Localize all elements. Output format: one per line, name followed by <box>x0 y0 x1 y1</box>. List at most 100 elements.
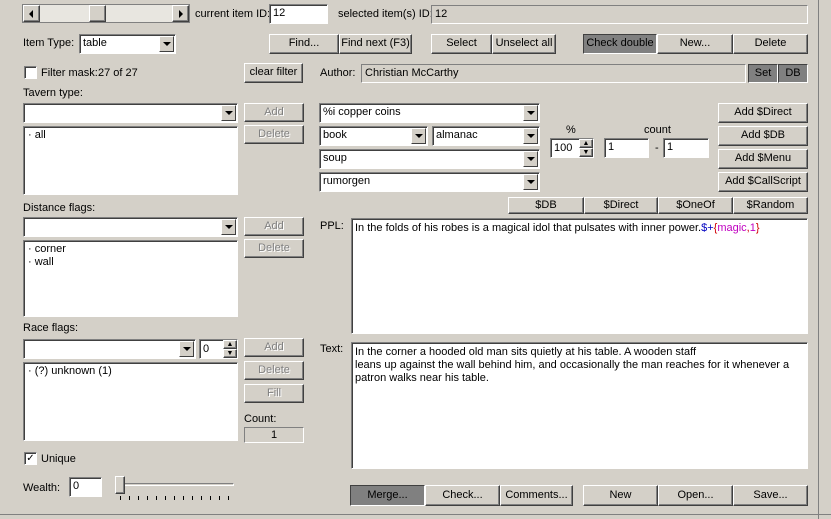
tavern-type-select[interactable] <box>23 103 238 123</box>
insert-db-button[interactable]: $DB <box>508 197 584 214</box>
distance-flags-label: Distance flags: <box>23 202 96 214</box>
author-label: Author: <box>320 67 356 79</box>
find-next-button[interactable]: Find next (F3) <box>339 34 412 54</box>
find-button[interactable]: Find... <box>269 34 339 54</box>
merge-button[interactable]: Merge... <box>350 485 425 506</box>
new-item-button[interactable]: New... <box>657 34 733 54</box>
ppl-label: PPL: <box>320 220 344 232</box>
filter-mask-checkbox[interactable] <box>24 66 37 79</box>
distance-add-button[interactable]: Add <box>244 217 304 236</box>
slider-ticks <box>120 496 234 500</box>
chevron-down-icon[interactable] <box>523 151 538 167</box>
unique-checkbox[interactable]: ✓ <box>24 452 37 465</box>
race-spin-value: 0 <box>203 343 210 355</box>
spin-down-icon[interactable]: ▼ <box>579 148 593 157</box>
comments-button[interactable]: Comments... <box>500 485 573 506</box>
slider-thumb[interactable] <box>115 476 125 494</box>
open-button[interactable]: Open... <box>658 485 733 506</box>
ppl-token-name: magic <box>717 222 747 234</box>
list-item[interactable]: · corner <box>28 243 233 256</box>
race-fill-button[interactable]: Fill <box>244 384 304 403</box>
save-button[interactable]: Save... <box>733 485 808 506</box>
tavern-add-button[interactable]: Add <box>244 103 304 122</box>
filter-mask-label: Filter mask: <box>41 67 98 79</box>
race-delete-button[interactable]: Delete <box>244 361 304 380</box>
check-button[interactable]: Check... <box>425 485 500 506</box>
count-label: Count: <box>244 413 277 425</box>
chevron-down-icon[interactable] <box>411 128 426 144</box>
select-button[interactable]: Select <box>431 34 492 54</box>
scroll-right-button[interactable] <box>172 5 189 22</box>
scroll-thumb[interactable] <box>89 5 106 22</box>
chevron-down-icon[interactable] <box>159 36 174 52</box>
item-scrollbar[interactable] <box>22 4 190 23</box>
add-menu-button[interactable]: Add $Menu <box>718 149 808 169</box>
add-callscript-button[interactable]: Add $CallScript <box>718 172 808 192</box>
list-item[interactable]: · all <box>28 129 233 142</box>
ppl-token-brace-close: } <box>755 222 760 234</box>
count-min-field[interactable]: 1 <box>604 138 649 158</box>
list-item[interactable]: · (?) unknown (1) <box>28 365 233 378</box>
arrow-left-icon <box>29 10 33 18</box>
author-db-button[interactable]: DB <box>778 64 808 83</box>
unselect-all-button[interactable]: Unselect all <box>492 34 556 54</box>
selected-items-label: selected item(s) ID: <box>338 8 433 20</box>
insert-direct-button[interactable]: $Direct <box>584 197 658 214</box>
new-file-button[interactable]: New <box>583 485 658 506</box>
add-direct-button[interactable]: Add $Direct <box>718 103 808 123</box>
wealth-slider[interactable] <box>112 476 236 502</box>
category-select[interactable]: book <box>319 126 428 146</box>
race-flags-label: Race flags: <box>23 322 79 334</box>
chevron-down-icon[interactable] <box>221 105 236 121</box>
unique-label: Unique <box>41 453 76 465</box>
clear-filter-button[interactable]: clear filter <box>244 63 303 83</box>
insert-random-button[interactable]: $Random <box>733 197 808 214</box>
spin-up-icon[interactable]: ▲ <box>223 340 237 349</box>
race-flags-select[interactable] <box>23 339 196 359</box>
add-db-button[interactable]: Add $DB <box>718 126 808 146</box>
count-header: count <box>644 124 671 136</box>
script-select[interactable]: rumorgen <box>319 172 540 192</box>
count-separator: - <box>655 142 659 154</box>
scroll-left-button[interactable] <box>23 5 40 22</box>
distance-flags-select[interactable] <box>23 217 238 237</box>
chevron-down-icon[interactable] <box>523 128 538 144</box>
race-spin-field[interactable]: 0 ▲ ▼ <box>199 339 238 359</box>
author-field: Christian McCarthy <box>361 64 746 83</box>
category-select-text: book <box>323 129 347 141</box>
author-set-button[interactable]: Set <box>748 64 778 83</box>
current-item-id-field[interactable]: 12 <box>269 4 328 24</box>
ppl-editor[interactable]: In the folds of his robes is a magical i… <box>351 218 808 334</box>
race-add-button[interactable]: Add <box>244 338 304 357</box>
item-type-value: table <box>83 37 107 49</box>
percent-spin-field[interactable]: 100 ▲ ▼ <box>550 138 594 158</box>
item-type-select[interactable]: table <box>79 34 176 54</box>
chevron-down-icon[interactable] <box>221 219 236 235</box>
wealth-field[interactable]: 0 <box>69 477 102 497</box>
menu-select[interactable]: soup <box>319 149 540 169</box>
tavern-delete-button[interactable]: Delete <box>244 125 304 144</box>
delete-item-button[interactable]: Delete <box>733 34 808 54</box>
spin-up-icon[interactable]: ▲ <box>579 139 593 148</box>
text-editor[interactable]: In the corner a hooded old man sits quie… <box>351 342 808 469</box>
chevron-down-icon[interactable] <box>523 105 538 121</box>
distance-delete-button[interactable]: Delete <box>244 239 304 258</box>
distance-flags-list[interactable]: · corner · wall <box>23 240 238 317</box>
selected-items-field: 12 <box>431 5 808 24</box>
value-select[interactable]: %i copper coins <box>319 103 540 123</box>
chevron-down-icon[interactable] <box>523 174 538 190</box>
percent-label: % <box>566 124 576 136</box>
subcategory-select[interactable]: almanac <box>432 126 540 146</box>
tavern-type-list[interactable]: · all <box>23 126 238 195</box>
menu-select-text: soup <box>323 152 347 164</box>
spin-down-icon[interactable]: ▼ <box>223 349 237 358</box>
tavern-type-label: Tavern type: <box>23 87 83 99</box>
check-double-button[interactable]: Check double <box>583 34 657 54</box>
chevron-down-icon[interactable] <box>179 341 194 357</box>
count-max-field[interactable]: 1 <box>663 138 709 158</box>
current-item-label: current item ID: <box>195 8 271 20</box>
race-flags-list[interactable]: · (?) unknown (1) <box>23 362 238 441</box>
text-line: patron walks near his table. <box>355 372 489 384</box>
insert-oneof-button[interactable]: $OneOf <box>658 197 733 214</box>
list-item[interactable]: · wall <box>28 256 233 269</box>
